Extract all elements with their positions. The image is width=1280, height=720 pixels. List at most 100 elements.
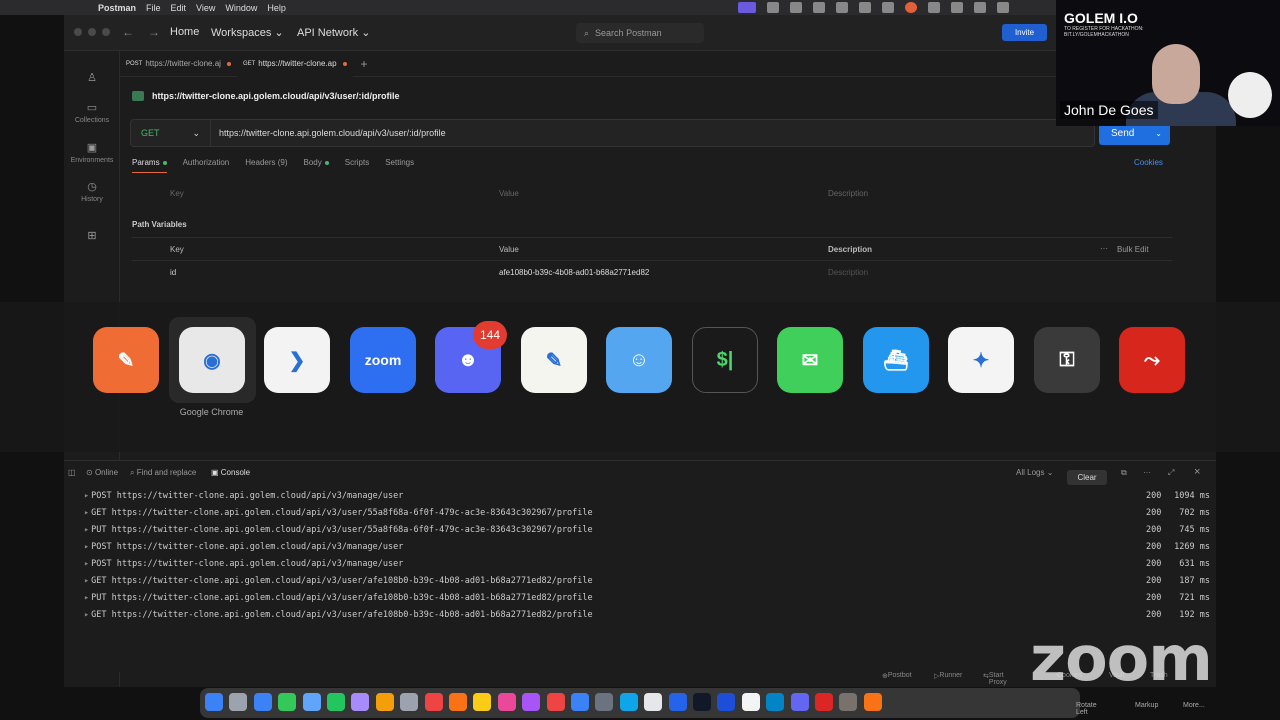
dock-app-icon[interactable]	[595, 693, 614, 711]
toggle-sidebar-icon[interactable]: ◫	[68, 468, 76, 477]
back-arrow-icon[interactable]: ←	[122, 25, 134, 39]
dock-app-icon[interactable]	[449, 693, 467, 711]
console-log-row[interactable]: ▸ GET https://twitter-clone.api.golem.clo…	[84, 508, 1214, 522]
zoom-app-icon[interactable]: zoom	[350, 327, 416, 393]
nav-workspaces[interactable]: Workspaces ⌄	[211, 26, 284, 39]
dock-app-icon[interactable]	[790, 693, 809, 711]
tab-headers[interactable]: Headers (9)	[245, 158, 287, 173]
bulk-edit-link[interactable]: Bulk Edit	[1117, 245, 1149, 254]
console-tab[interactable]: ▣ Console	[211, 468, 250, 477]
close-window-button[interactable]	[74, 28, 82, 36]
tab-get-request[interactable]: GET https://twitter-clone.ap	[236, 50, 353, 77]
more-icon[interactable]: ···	[1143, 468, 1151, 477]
menu-view[interactable]: View	[196, 3, 215, 13]
chevron-down-icon[interactable]: ⌄	[1155, 129, 1162, 138]
minimize-window-button[interactable]	[88, 28, 96, 36]
expand-caret-icon[interactable]: ▸	[84, 508, 89, 518]
input-source-icon[interactable]	[951, 2, 963, 13]
forward-arrow-icon[interactable]: →	[148, 25, 160, 39]
expand-caret-icon[interactable]: ▸	[84, 525, 89, 535]
sidebar-item-collections[interactable]: ▭ Collections	[64, 101, 120, 124]
sidebar-item-profile[interactable]: ♙	[64, 71, 120, 87]
console-log-row[interactable]: ▸ POST https://twitter-clone.api.golem.cl…	[84, 542, 1214, 556]
dock-app-icon[interactable]	[205, 693, 223, 711]
menu-help[interactable]: Help	[267, 3, 286, 13]
console-log-row[interactable]: ▸ PUT https://twitter-clone.api.golem.clo…	[84, 525, 1214, 539]
app-tray-icon[interactable]	[859, 2, 871, 13]
tab-scripts[interactable]: Scripts	[345, 158, 369, 173]
docker-tray-icon[interactable]	[767, 2, 779, 13]
docker-app-icon[interactable]: ⛴	[863, 327, 929, 393]
acrobat-app-icon[interactable]: ⤳	[1119, 327, 1185, 393]
dock-app-icon[interactable]	[693, 693, 711, 711]
dock-app-icon[interactable]	[668, 693, 687, 711]
tab-params[interactable]: Params	[132, 158, 167, 173]
clear-button[interactable]: Clear	[1067, 470, 1107, 485]
sidebar-item-environments[interactable]: ▣ Environments	[64, 141, 120, 164]
dock-app-icon[interactable]	[302, 693, 321, 711]
keychain-app-icon[interactable]: ⚿	[1034, 327, 1100, 393]
dock-app-icon[interactable]	[253, 693, 272, 711]
expand-caret-icon[interactable]: ▸	[84, 593, 89, 603]
expand-caret-icon[interactable]: ▸	[84, 576, 89, 586]
postman-app-icon[interactable]: ✎	[93, 327, 159, 393]
dock-app-icon[interactable]	[327, 693, 345, 711]
tab-authorization[interactable]: Authorization	[183, 158, 230, 173]
dock-app-icon[interactable]	[644, 693, 663, 711]
path-var-key[interactable]: id	[170, 268, 176, 277]
dock-app-icon[interactable]	[473, 693, 492, 711]
dock-app-icon[interactable]	[229, 693, 248, 711]
close-icon[interactable]: ×	[1194, 466, 1200, 478]
menu-edit[interactable]: Edit	[171, 3, 187, 13]
dock-app-icon[interactable]	[351, 693, 370, 711]
expand-icon[interactable]: ⤢	[1168, 468, 1174, 478]
expand-caret-icon[interactable]: ▸	[84, 610, 89, 620]
expand-caret-icon[interactable]: ▸	[84, 542, 89, 552]
dock-app-icon[interactable]	[497, 693, 516, 711]
dock-app-icon[interactable]	[400, 693, 419, 711]
dock-app-icon[interactable]	[375, 693, 394, 711]
more-options-icon[interactable]: ···	[1100, 244, 1108, 253]
url-input[interactable]: https://twitter-clone.api.golem.cloud/ap…	[211, 128, 446, 138]
dock-app-icon[interactable]	[839, 693, 858, 711]
tab-post-request[interactable]: POST https://twitter-clone.aj	[120, 51, 237, 77]
nav-home[interactable]: Home	[170, 26, 199, 38]
search-input[interactable]: ⌕ Search Postman	[576, 23, 704, 43]
dock-app-icon[interactable]	[424, 693, 443, 711]
console-log-row[interactable]: ▸ PUT https://twitter-clone.api.golem.clo…	[84, 593, 1214, 607]
chrome-app-icon[interactable]: ◉	[179, 327, 245, 393]
console-log-row[interactable]: ▸ GET https://twitter-clone.api.golem.clo…	[84, 576, 1214, 590]
method-select[interactable]: GET ⌄	[131, 120, 211, 146]
screen-share-icon[interactable]	[738, 2, 756, 13]
dock-app-icon[interactable]	[571, 693, 589, 711]
app-tray-icon[interactable]	[813, 2, 825, 13]
rotate-left-button[interactable]: Rotate Left	[1076, 702, 1097, 716]
all-logs-dropdown[interactable]: All Logs ⌄	[1016, 468, 1053, 477]
finder-app-icon[interactable]: ☺	[606, 327, 672, 393]
zoom-window-button[interactable]	[102, 28, 110, 36]
dock-app-icon[interactable]	[546, 693, 565, 711]
textedit-app-icon[interactable]: ✎	[521, 327, 587, 393]
online-status[interactable]: ⊙ Online	[86, 468, 118, 477]
console-log-row[interactable]: ▸ POST https://twitter-clone.api.golem.cl…	[84, 559, 1214, 573]
expand-caret-icon[interactable]: ▸	[84, 559, 89, 569]
invite-button[interactable]: Invite	[1002, 24, 1047, 41]
dock-app-icon[interactable]	[766, 693, 785, 711]
cookies-link[interactable]: Cookies	[1134, 158, 1163, 167]
messages-app-icon[interactable]: ✉	[777, 327, 843, 393]
copy-icon[interactable]: ⧉	[1121, 468, 1127, 478]
sidebar-item-more[interactable]: ⊞	[64, 229, 120, 245]
dock-app-icon[interactable]	[619, 693, 638, 711]
console-log-row[interactable]: ▸ POST https://twitter-clone.api.golem.cl…	[84, 491, 1214, 505]
request-title-text[interactable]: https://twitter-clone.api.golem.cloud/ap…	[152, 91, 400, 101]
path-var-description[interactable]: Description	[828, 268, 868, 277]
sidebar-item-history[interactable]: ◷ History	[64, 180, 120, 203]
dock-app-icon[interactable]	[717, 693, 736, 711]
menu-file[interactable]: File	[146, 3, 161, 13]
path-var-value[interactable]: afe108b0-b39c-4b08-ad01-b68a2771ed82	[499, 268, 649, 277]
app-tray-icon[interactable]	[882, 2, 894, 13]
menu-window[interactable]: Window	[225, 3, 257, 13]
more-button[interactable]: More...	[1183, 702, 1205, 709]
nav-api-network[interactable]: API Network ⌄	[297, 26, 370, 39]
postbot-button[interactable]: ⊕ Postbot	[882, 672, 912, 680]
